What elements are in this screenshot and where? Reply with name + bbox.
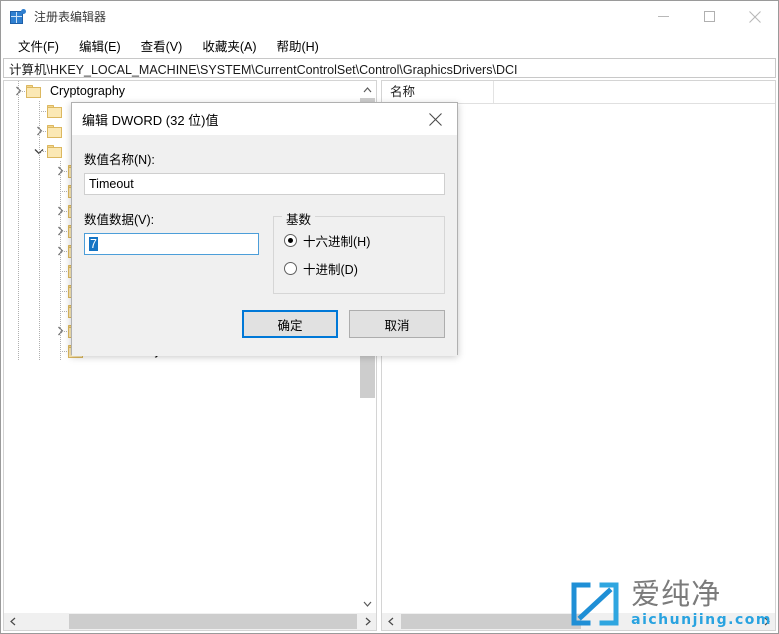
menu-file[interactable]: 文件(F) [9, 33, 68, 58]
cancel-button[interactable]: 取消 [349, 310, 445, 338]
dialog-title: 编辑 DWORD (32 位)值 [82, 112, 219, 128]
tree-guide-line [18, 101, 19, 121]
chevron-left-icon[interactable] [382, 613, 399, 630]
window-title: 注册表编辑器 [34, 10, 107, 24]
chevron-right-icon[interactable] [758, 613, 775, 630]
tree-guide-line [18, 281, 19, 301]
tree-guide-line [39, 301, 40, 321]
value-list-header: 名称 [382, 81, 775, 104]
folder-icon [47, 104, 63, 118]
close-icon[interactable] [732, 1, 778, 32]
dialog-title-bar: 编辑 DWORD (32 位)值 [72, 103, 457, 135]
value-data-input[interactable]: 7 [84, 233, 259, 255]
edit-dword-dialog: 编辑 DWORD (32 位)值 数值名称(N): Timeout 数值数据(V… [71, 102, 458, 356]
tree-guide-line [39, 161, 40, 181]
regedit-icon [10, 8, 26, 25]
title-bar-left: 注册表编辑器 [1, 8, 106, 25]
menu-view[interactable]: 查看(V) [132, 33, 192, 58]
tree-guide-line [18, 241, 19, 261]
radio-hexadecimal-label: 十六进制(H) [303, 235, 371, 249]
radio-hexadecimal[interactable]: 十六进制(H) [284, 231, 434, 250]
chevron-up-icon[interactable] [359, 81, 376, 98]
tree-guide-line [39, 321, 40, 341]
radio-decimal-icon[interactable] [284, 262, 297, 275]
tree-guide-line [39, 181, 40, 201]
dialog-body: 数值名称(N): Timeout 数值数据(V): 7 基数 十六进制(H) 十… [72, 135, 457, 356]
chevron-down-icon[interactable] [359, 595, 376, 612]
base-group-label: 基数 [282, 209, 316, 228]
tree-guide-line [18, 121, 19, 141]
tree-guide-line [39, 261, 40, 281]
column-header-name[interactable]: 名称 [382, 81, 494, 103]
tree-guide-line [39, 341, 40, 361]
tree-item-cryptography[interactable]: Cryptography [4, 81, 358, 101]
tree-guide-line [18, 161, 19, 181]
close-icon[interactable] [413, 103, 457, 135]
radio-decimal-label: 十进制(D) [303, 263, 358, 277]
folder-icon [47, 144, 63, 158]
tree-hscroll-thumb[interactable] [69, 614, 357, 629]
tree-guide-line [18, 301, 19, 321]
value-name-label: 数值名称(N): [84, 153, 155, 167]
title-bar: 注册表编辑器 [1, 1, 778, 32]
menu-favorites[interactable]: 收藏夹(A) [193, 33, 265, 58]
value-data-label: 数值数据(V): [84, 213, 155, 227]
window-controls [640, 1, 778, 32]
tree-guide-line [18, 341, 19, 361]
tree-guide-line [39, 221, 40, 241]
address-bar-container: 计算机\HKEY_LOCAL_MACHINE\SYSTEM\CurrentCon… [1, 58, 778, 80]
value-data-text: 7 [89, 237, 98, 251]
value-name-text: Timeout [89, 177, 134, 191]
tree-guide-line [18, 201, 19, 221]
dialog-lower-row: 数值数据(V): 7 基数 十六进制(H) 十进制(D) [84, 209, 445, 294]
value-name-input[interactable]: Timeout [84, 173, 445, 195]
list-horizontal-scrollbar[interactable] [382, 612, 775, 630]
tree-guide-line [18, 141, 19, 161]
tree-guide-line [18, 221, 19, 241]
base-groupbox: 基数 十六进制(H) 十进制(D) [273, 209, 445, 294]
tree-guide-line [39, 281, 40, 301]
dialog-buttons: 确定 取消 [242, 310, 445, 338]
tree-guide-line [39, 201, 40, 221]
radio-decimal[interactable]: 十进制(D) [284, 259, 434, 278]
menu-bar: 文件(F) 编辑(E) 查看(V) 收藏夹(A) 帮助(H) [1, 32, 778, 58]
tree-guide-line [18, 181, 19, 201]
tree-hscroll-track[interactable] [21, 613, 359, 630]
value-data-column: 数值数据(V): 7 [84, 209, 259, 294]
maximize-icon[interactable] [686, 1, 732, 32]
registry-editor-window: 注册表编辑器 文件(F) 编辑(E) 查看(V) 收藏夹(A) 帮助(H) 计算… [0, 0, 779, 634]
list-hscroll-track[interactable] [399, 613, 758, 630]
tree-guide-line [18, 261, 19, 281]
folder-icon [47, 124, 63, 138]
menu-help[interactable]: 帮助(H) [267, 33, 327, 58]
tree-guide-line [39, 241, 40, 261]
chevron-left-icon[interactable] [4, 613, 21, 630]
folder-icon [26, 84, 42, 98]
address-bar[interactable]: 计算机\HKEY_LOCAL_MACHINE\SYSTEM\CurrentCon… [3, 58, 776, 78]
list-hscroll-thumb[interactable] [401, 614, 581, 629]
chevron-right-icon[interactable] [359, 613, 376, 630]
menu-edit[interactable]: 编辑(E) [70, 33, 130, 58]
ok-button[interactable]: 确定 [242, 310, 338, 338]
tree-guide-line [18, 321, 19, 341]
minimize-icon[interactable] [640, 1, 686, 32]
tree-item-label: Cryptography [50, 84, 126, 98]
tree-horizontal-scrollbar[interactable] [4, 612, 376, 630]
radio-hexadecimal-icon[interactable] [284, 234, 297, 247]
